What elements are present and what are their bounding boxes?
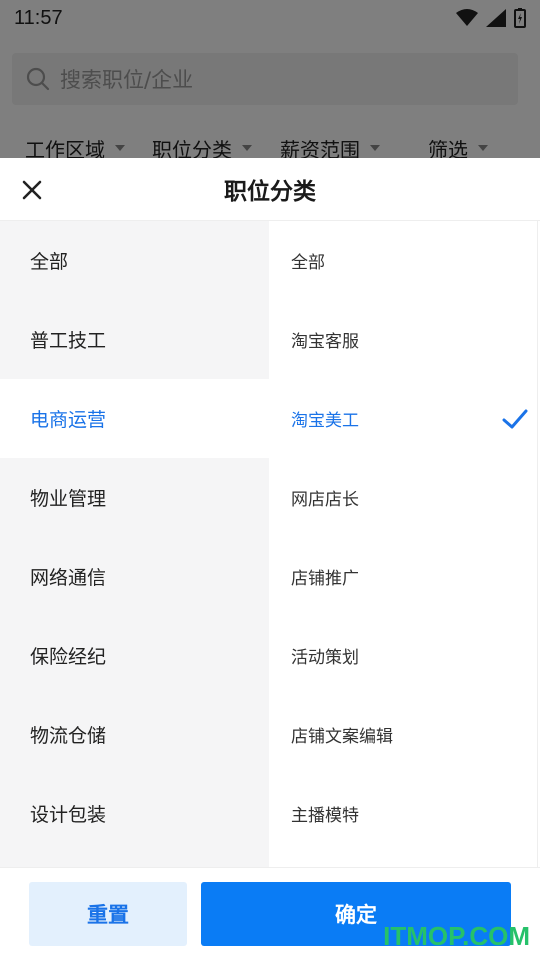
category-label: 物业管理: [30, 488, 107, 510]
check-icon: [502, 409, 528, 429]
subcategory-item[interactable]: 店铺推广: [269, 537, 537, 616]
sheet-title: 职位分类: [224, 179, 316, 205]
category-list: 全部 普工技工 电商运营 物业管理 网络通信 保险经纪 物流仓储 设计包装: [0, 221, 269, 867]
close-icon: [22, 180, 42, 200]
category-item[interactable]: 全部: [0, 221, 269, 300]
subcategory-label: 主播模特: [291, 806, 359, 826]
subcategory-item[interactable]: 淘宝客服: [269, 300, 537, 379]
category-label: 全部: [30, 251, 69, 273]
subcategory-label: 店铺推广: [291, 569, 359, 589]
subcategory-label: 活动策划: [291, 648, 359, 668]
subcategory-item-selected[interactable]: 淘宝美工: [269, 379, 537, 458]
category-item[interactable]: 保险经纪: [0, 616, 269, 695]
category-label: 设计包装: [30, 804, 107, 826]
subcategory-item[interactable]: 店铺文案编辑: [269, 695, 537, 774]
watermark: ITMOP.COM: [383, 921, 530, 951]
subcategory-item[interactable]: 主播模特: [269, 774, 537, 853]
close-button[interactable]: [14, 172, 50, 208]
category-sheet: 职位分类 全部 普工技工 电商运营 物业管理 网络通信 保险经纪 物流仓储 设计…: [0, 158, 540, 960]
category-item-selected[interactable]: 电商运营: [0, 379, 269, 458]
category-label: 普工技工: [30, 330, 107, 352]
category-item[interactable]: 物流仓储: [0, 695, 269, 774]
sheet-header: 职位分类: [0, 158, 540, 221]
reset-button[interactable]: 重置: [29, 882, 187, 946]
category-label: 物流仓储: [30, 725, 107, 747]
subcategory-label: 淘宝美工: [291, 411, 359, 431]
category-item[interactable]: 物业管理: [0, 458, 269, 537]
subcategory-list: 全部 淘宝客服 淘宝美工 网店店长 店铺推广 活动策划 店铺文案编辑 主播模特: [269, 221, 538, 867]
subcategory-item[interactable]: 网店店长: [269, 458, 537, 537]
category-label: 网络通信: [30, 567, 107, 589]
subcategory-label: 店铺文案编辑: [291, 727, 393, 747]
subcategory-label: 网店店长: [291, 490, 359, 510]
subcategory-item[interactable]: 全部: [269, 221, 537, 300]
category-item[interactable]: 普工技工: [0, 300, 269, 379]
subcategory-label: 淘宝客服: [291, 332, 359, 352]
category-label: 电商运营: [30, 409, 107, 431]
category-columns: 全部 普工技工 电商运营 物业管理 网络通信 保险经纪 物流仓储 设计包装 全部…: [0, 221, 540, 867]
category-item[interactable]: 设计包装: [0, 774, 269, 853]
subcategory-label: 全部: [291, 253, 325, 273]
category-item[interactable]: 网络通信: [0, 537, 269, 616]
subcategory-item[interactable]: 活动策划: [269, 616, 537, 695]
category-label: 保险经纪: [30, 646, 107, 668]
